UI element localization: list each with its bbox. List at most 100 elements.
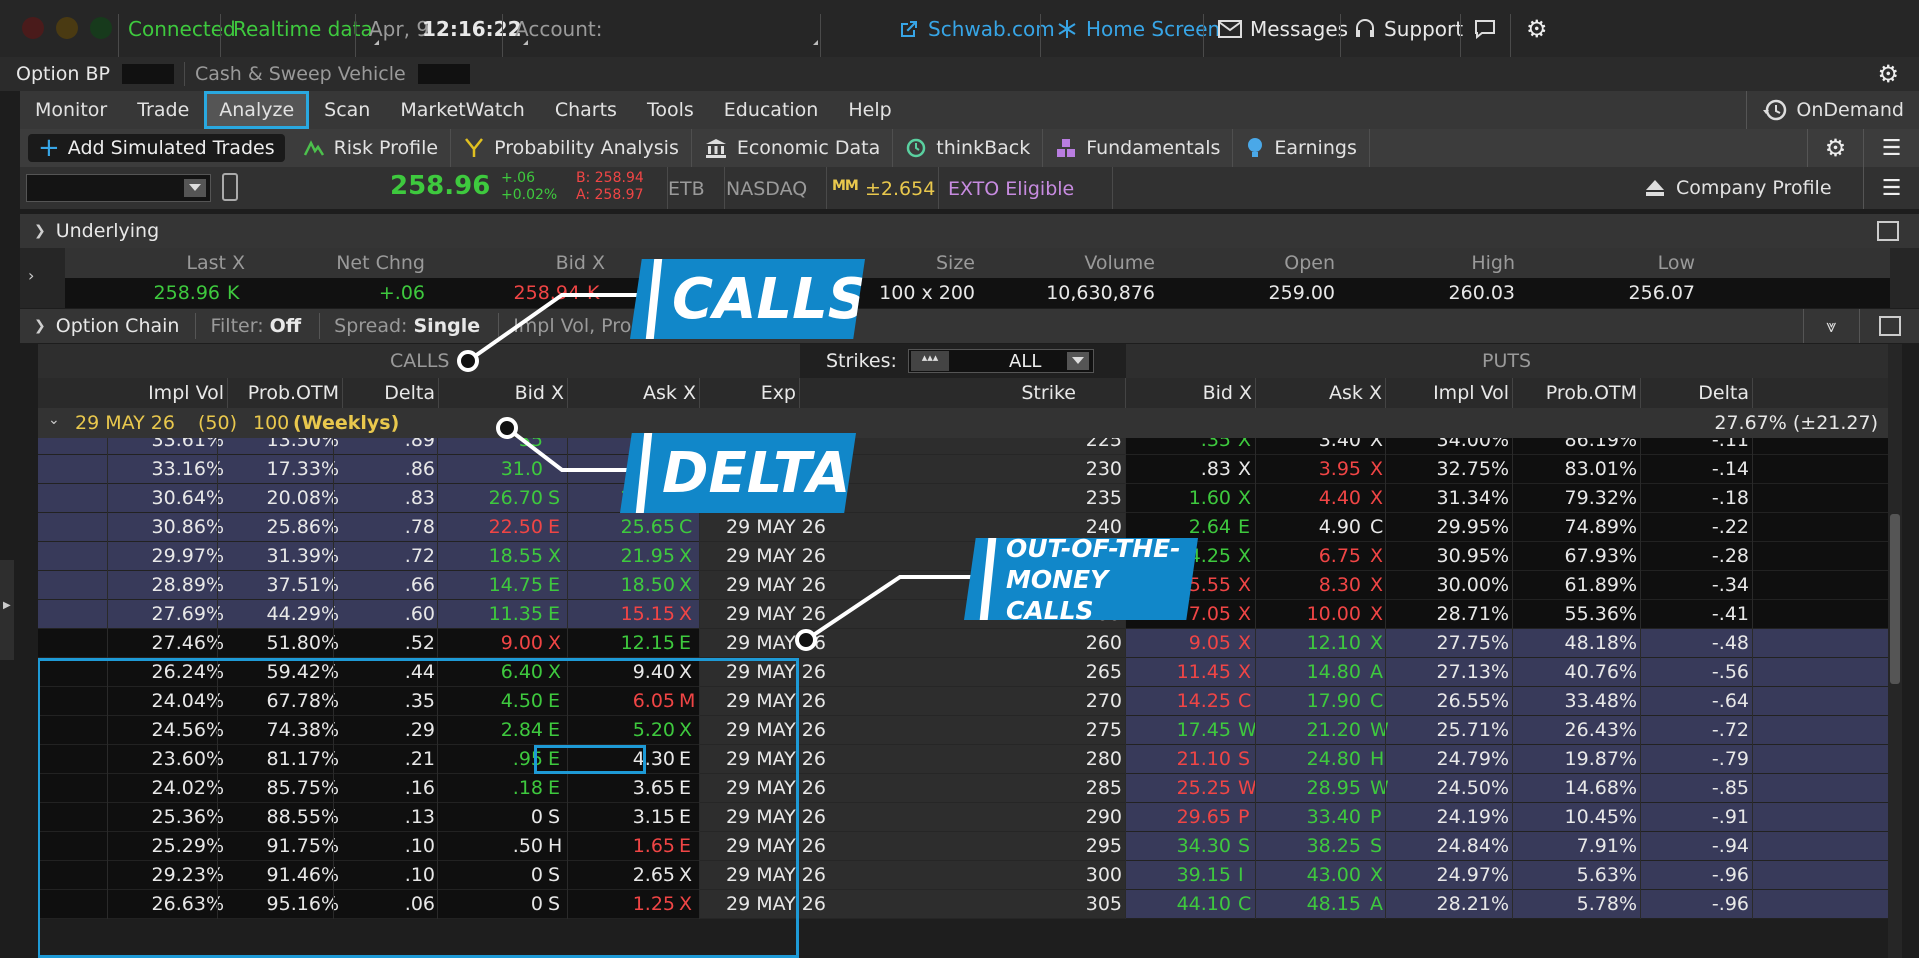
put-ask[interactable]: 24.80 bbox=[1256, 748, 1361, 770]
chain-row[interactable]: 24.04% 67.78% .35 4.50 E 6.05 M 29 MAY 26 270 14.… bbox=[38, 687, 1888, 716]
chain-row[interactable]: 25.29% 91.75% .10.50 H 1.65 E 29 MAY 26 295 34.3… bbox=[38, 832, 1888, 861]
call-bid[interactable]: 0 bbox=[438, 864, 543, 886]
col-call-bid[interactable]: Bid X bbox=[438, 382, 564, 404]
put-ask[interactable]: 14.80 bbox=[1256, 661, 1361, 683]
col-call-delta[interactable]: Delta bbox=[334, 382, 435, 404]
symbol-dropdown-button[interactable] bbox=[184, 179, 206, 197]
scrollbar-thumb[interactable] bbox=[1890, 514, 1900, 684]
put-ask[interactable]: 17.90 bbox=[1256, 690, 1361, 712]
chain-row[interactable]: 33.61%13.50%.893529 MAY 26225.35X3.40X34… bbox=[38, 438, 1888, 455]
menu-list-icon[interactable]: ☰ bbox=[1863, 167, 1919, 209]
call-ask[interactable]: 12.15 bbox=[568, 632, 675, 654]
chain-row[interactable]: 27.69%44.29%.6011.35E15.15X29 MAY 262557… bbox=[38, 600, 1888, 629]
vertical-scrollbar[interactable] bbox=[1888, 344, 1902, 958]
chain-row[interactable]: 29.97%31.39%.7218.55X21.95X29 MAY 262454… bbox=[38, 542, 1888, 571]
put-ask[interactable]: 3.95 bbox=[1256, 458, 1361, 480]
put-bid[interactable]: 1.60 bbox=[1126, 487, 1231, 509]
call-ask[interactable]: 25.65 bbox=[568, 516, 675, 538]
col-put-ask[interactable]: Ask X bbox=[1256, 382, 1382, 404]
call-ask[interactable]: 3.15 bbox=[568, 806, 675, 828]
chevron-down-icon[interactable]: ❯ bbox=[34, 318, 46, 334]
put-bid[interactable]: .35 bbox=[1126, 438, 1231, 451]
put-bid[interactable]: 14.25 bbox=[1126, 690, 1231, 712]
put-bid[interactable]: 17.45 bbox=[1126, 719, 1231, 741]
chain-row[interactable]: 23.60% 81.17% .21.95 E 4.30 E 29 MAY 26 280 21.1… bbox=[38, 745, 1888, 774]
chain-row[interactable]: 28.89%37.51%.6614.75E18.50X29 MAY 262505… bbox=[38, 571, 1888, 600]
chain-row[interactable]: 25.36% 88.55% .13 0 S 3.15 E 29 MAY 26 290 29.65 P… bbox=[38, 803, 1888, 832]
put-ask[interactable]: 21.20 bbox=[1256, 719, 1361, 741]
collapse-all-icon[interactable]: ⩔ bbox=[1803, 309, 1859, 343]
call-bid[interactable]: 31.0 bbox=[438, 458, 543, 480]
put-ask[interactable]: 33.40 bbox=[1256, 806, 1361, 828]
put-bid[interactable]: 29.65 bbox=[1126, 806, 1231, 828]
menu-education[interactable]: Education bbox=[709, 91, 834, 129]
call-ask[interactable]: 6.05 bbox=[568, 690, 675, 712]
col-put-bid[interactable]: Bid X bbox=[1126, 382, 1252, 404]
put-bid[interactable]: 25.25 bbox=[1126, 777, 1231, 799]
tab-risk-profile[interactable]: Risk Profile bbox=[291, 129, 452, 167]
chain-row[interactable]: 24.02% 85.75% .16.18 E 3.65 E 29 MAY 26 285 25.2… bbox=[38, 774, 1888, 803]
tab-economic-data[interactable]: Economic Data bbox=[692, 129, 894, 167]
call-ask[interactable]: 9.40 bbox=[568, 661, 675, 683]
spread-dropdown[interactable]: Single bbox=[413, 315, 480, 337]
call-bid[interactable]: 0 bbox=[438, 893, 543, 915]
call-bid[interactable]: .18 bbox=[438, 777, 543, 799]
call-bid[interactable]: 22.50 bbox=[438, 516, 543, 538]
realtime-data-status[interactable]: Realtime data bbox=[233, 0, 379, 65]
put-ask[interactable]: 3.40 bbox=[1256, 438, 1361, 451]
put-ask[interactable]: 4.40 bbox=[1256, 487, 1361, 509]
call-ask[interactable]: 2.65 bbox=[568, 864, 675, 886]
filter-dropdown[interactable]: Off bbox=[270, 315, 302, 337]
settings-button-top[interactable]: ⚙ bbox=[1526, 0, 1548, 65]
maximize-window-button[interactable] bbox=[90, 17, 112, 39]
close-window-button[interactable] bbox=[22, 17, 44, 39]
put-bid[interactable]: 44.10 bbox=[1126, 893, 1231, 915]
layout-dropdown[interactable]: Impl Vol, Pro bbox=[513, 315, 631, 337]
time-display[interactable]: 12:16:22 bbox=[422, 0, 527, 65]
gear-icon[interactable]: ⚙ bbox=[1877, 60, 1899, 88]
call-ask[interactable]: 21.95 bbox=[568, 545, 675, 567]
chain-row[interactable]: 29.23% 91.46% .10 0 S 2.65 X 29 MAY 26 300 39.15 I… bbox=[38, 861, 1888, 890]
call-bid[interactable]: 0 bbox=[438, 806, 543, 828]
chain-row[interactable]: 30.64%20.08%.8326.70S29.00C29 MAY 262351… bbox=[38, 484, 1888, 513]
strikes-dropdown[interactable]: ▴▴▴ ALL bbox=[908, 349, 1094, 373]
home-screen-link[interactable]: Home Screen bbox=[1056, 0, 1220, 65]
tab-earnings[interactable]: Earnings bbox=[1233, 129, 1370, 167]
call-ask[interactable]: 5.20 bbox=[568, 719, 675, 741]
chain-row[interactable]: 26.24% 59.42% .44 6.40 X 9.40 X 29 MAY 26 265 11.… bbox=[38, 658, 1888, 687]
tab-fundamentals[interactable]: Fundamentals bbox=[1043, 129, 1234, 167]
put-ask[interactable]: 4.90 bbox=[1256, 516, 1361, 538]
selected-cell[interactable] bbox=[534, 745, 646, 774]
menu-help[interactable]: Help bbox=[833, 91, 906, 129]
minimize-window-button[interactable] bbox=[56, 17, 78, 39]
menu-monitor[interactable]: Monitor bbox=[20, 91, 122, 129]
put-ask[interactable]: 6.75 bbox=[1256, 545, 1361, 567]
underlying-header[interactable]: ❯ Underlying bbox=[20, 214, 1919, 248]
col-call-implvol[interactable]: Impl Vol bbox=[108, 382, 224, 404]
col-put-delta[interactable]: Delta bbox=[1641, 382, 1749, 404]
col-call-probotm[interactable]: Prob.OTM bbox=[218, 382, 339, 404]
call-bid[interactable]: .95 bbox=[438, 748, 543, 770]
call-ask[interactable]: 3.65 bbox=[568, 777, 675, 799]
call-bid[interactable]: 18.55 bbox=[438, 545, 543, 567]
chain-row[interactable]: 33.16%17.33%.8631.029 MAY 26230.83X3.95X… bbox=[38, 455, 1888, 484]
call-ask[interactable]: 15.15 bbox=[568, 603, 675, 625]
account-selector[interactable] bbox=[790, 0, 818, 65]
call-bid[interactable]: 2.84 bbox=[438, 719, 543, 741]
chevron-right-icon[interactable]: › bbox=[28, 266, 34, 285]
chain-row[interactable]: 30.86% 25.86% .78 22.50 E 25.65 C 29 MAY 26 240 2… bbox=[38, 513, 1888, 542]
put-ask[interactable]: 43.00 bbox=[1256, 864, 1361, 886]
call-bid[interactable]: 35 bbox=[438, 438, 543, 451]
call-bid[interactable]: 6.40 bbox=[438, 661, 543, 683]
put-bid[interactable]: 2.64 bbox=[1126, 516, 1231, 538]
messages-link[interactable]: Messages bbox=[1218, 0, 1348, 65]
ondemand-button[interactable]: OnDemand bbox=[1746, 91, 1919, 129]
call-bid[interactable]: 14.75 bbox=[438, 574, 543, 596]
menu-charts[interactable]: Charts bbox=[540, 91, 632, 129]
put-ask[interactable]: 8.30 bbox=[1256, 574, 1361, 596]
support-link[interactable]: Support bbox=[1354, 0, 1463, 65]
call-bid[interactable]: 11.35 bbox=[438, 603, 543, 625]
menu-marketwatch[interactable]: MarketWatch bbox=[385, 91, 539, 129]
put-bid[interactable]: .83 bbox=[1126, 458, 1231, 480]
call-bid[interactable]: 9.00 bbox=[438, 632, 543, 654]
